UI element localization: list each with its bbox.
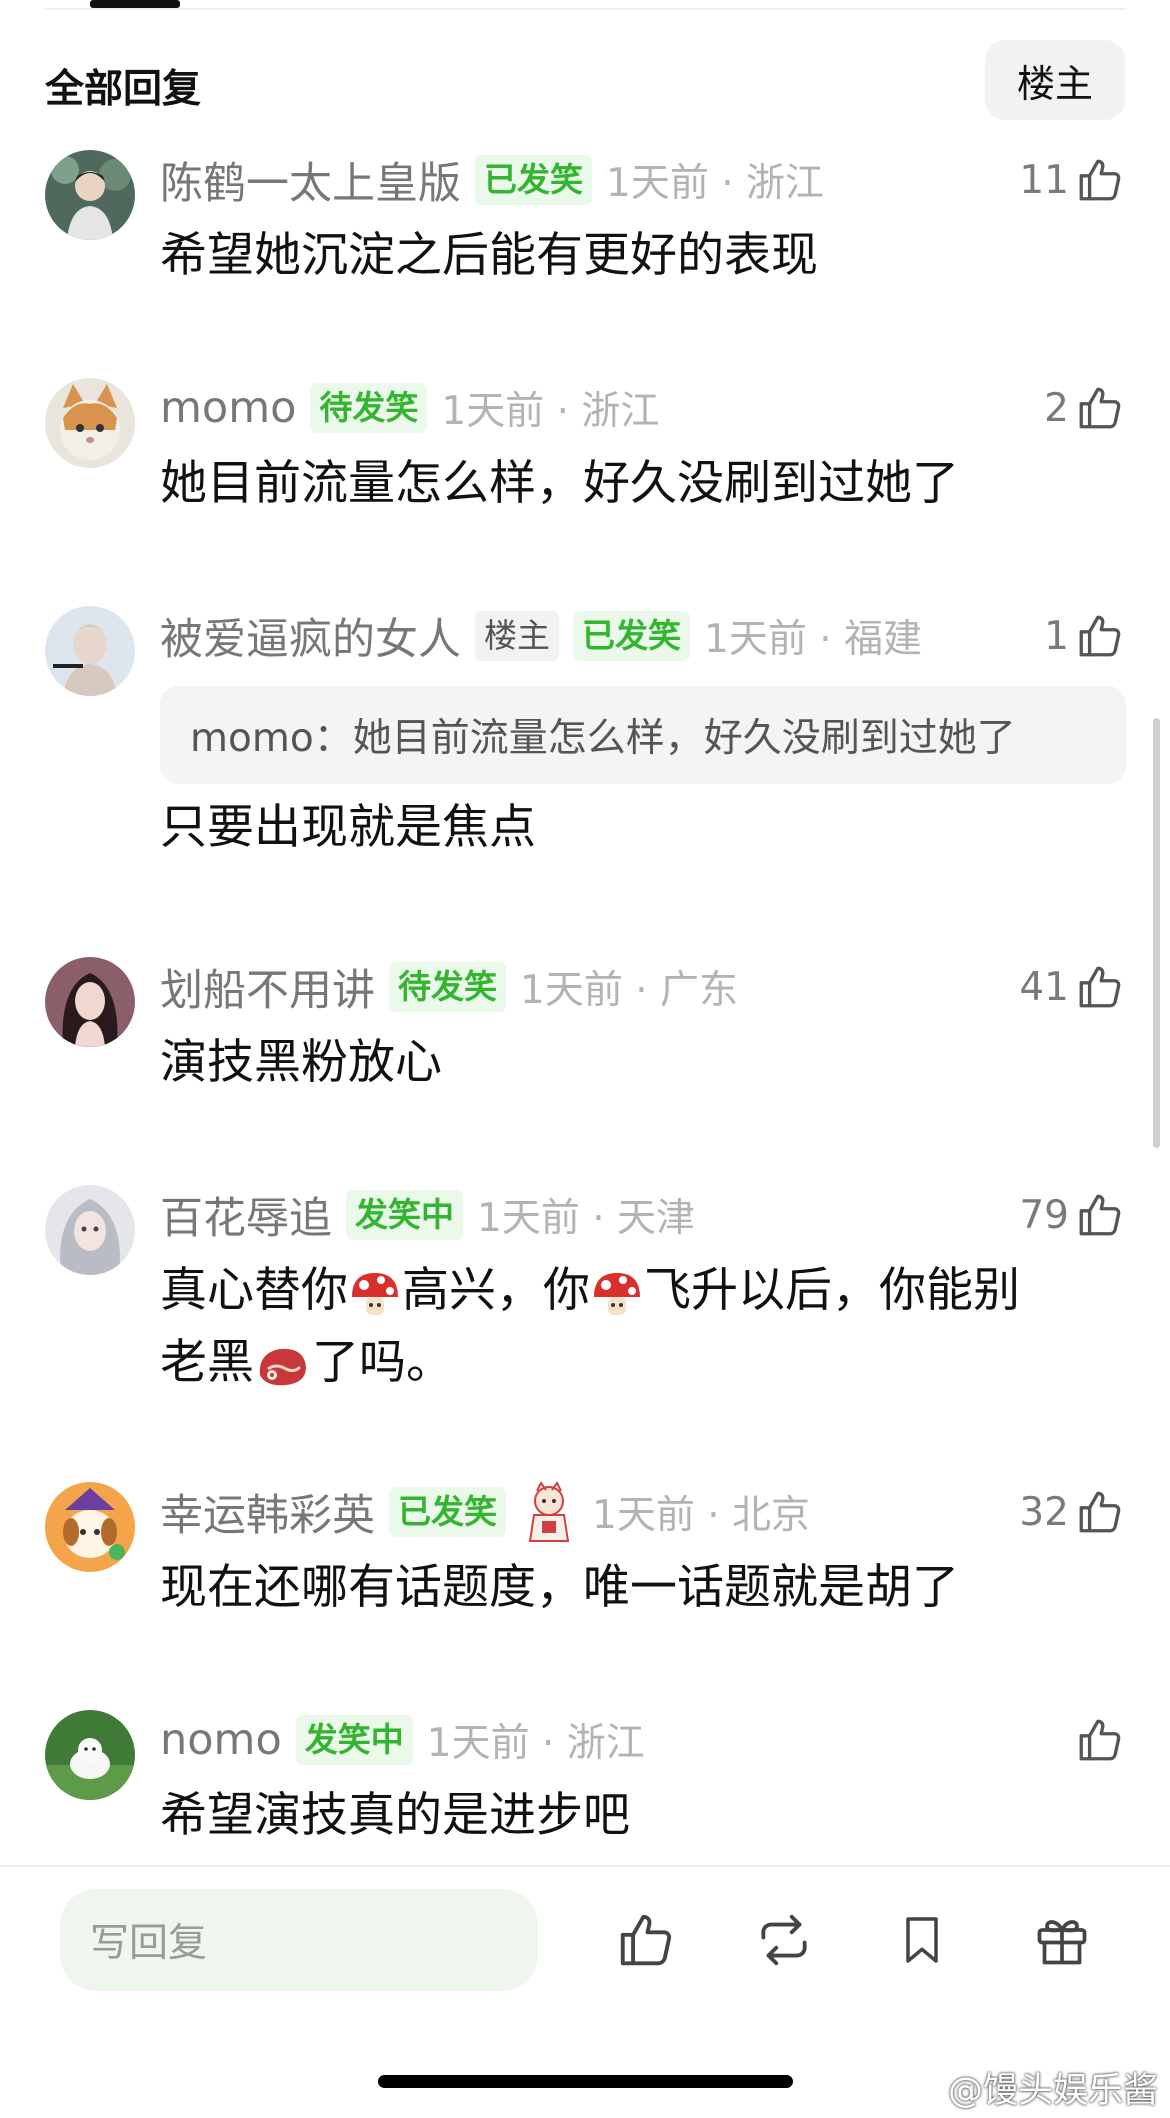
repost-icon bbox=[761, 1914, 807, 1966]
active-tab-indicator bbox=[90, 0, 180, 8]
divider bbox=[45, 8, 1125, 10]
username[interactable]: 被爱逼疯的女人 bbox=[160, 605, 461, 667]
bottom-action-bar: 写回复 @馒头娱乐酱 bbox=[0, 1865, 1170, 2118]
reaction-badge: 已发笑 bbox=[573, 611, 690, 661]
reaction-badge: 发笑中 bbox=[346, 1190, 463, 1240]
thumbs-up-icon bbox=[1079, 966, 1121, 1008]
comment-text: 现在还哪有话题度，唯一话题就是胡了 bbox=[160, 1560, 959, 1615]
comment-meta: 幸运韩彩英 已发笑 1天前 · 北京 bbox=[160, 1481, 811, 1543]
gift-icon bbox=[1037, 1920, 1087, 1965]
owner-badge: 楼主 bbox=[475, 611, 559, 661]
gift-action-button[interactable] bbox=[1030, 1905, 1094, 1975]
reaction-badge: 已发笑 bbox=[389, 1487, 506, 1537]
like-action-button[interactable] bbox=[614, 1905, 678, 1975]
like-count: 41 bbox=[1019, 964, 1069, 1010]
thumbs-up-icon bbox=[1079, 1719, 1121, 1761]
meat-icon bbox=[259, 1348, 306, 1385]
reaction-badge: 已发笑 bbox=[475, 155, 592, 205]
avatar[interactable] bbox=[45, 150, 135, 240]
username[interactable]: 百花辱追 bbox=[160, 1184, 332, 1246]
reaction-badge: 待发笑 bbox=[389, 962, 506, 1012]
like-button[interactable]: 32 bbox=[1019, 1482, 1125, 1542]
like-count: 2 bbox=[1044, 385, 1069, 431]
like-button[interactable]: 11 bbox=[1019, 150, 1125, 210]
avatar[interactable] bbox=[45, 957, 135, 1047]
like-button[interactable] bbox=[1069, 1710, 1125, 1770]
like-button[interactable]: 1 bbox=[1044, 606, 1125, 666]
quoted-reply[interactable]: momo：她目前流量怎么样，好久没刷到过她了 bbox=[160, 686, 1126, 784]
comment-text: 只要出现就是焦点 bbox=[160, 800, 536, 855]
top-tab-strip bbox=[0, 0, 1170, 10]
username[interactable]: 幸运韩彩英 bbox=[160, 1481, 375, 1543]
section-title: 全部回复 bbox=[45, 67, 202, 112]
watermark: @馒头娱乐酱 bbox=[947, 2071, 1158, 2111]
bookmark-action-button[interactable] bbox=[890, 1905, 954, 1975]
avatar[interactable] bbox=[45, 378, 135, 468]
thumbs-up-icon bbox=[1079, 615, 1121, 657]
mushroom-icon bbox=[594, 1272, 640, 1315]
time-location: 1天前 · 浙江 bbox=[606, 161, 825, 206]
time-location: 1天前 · 北京 bbox=[592, 1493, 811, 1538]
owner-filter-button[interactable]: 楼主 bbox=[985, 40, 1125, 120]
comment-meta: 百花辱追 发笑中 1天前 · 天津 bbox=[160, 1185, 695, 1245]
time-location: 1天前 · 浙江 bbox=[426, 1721, 645, 1766]
time-location: 1天前 · 浙江 bbox=[441, 389, 660, 434]
thumbs-up-icon bbox=[1079, 159, 1121, 201]
mushroom-icon bbox=[352, 1272, 398, 1315]
home-indicator bbox=[378, 2075, 793, 2088]
avatar[interactable] bbox=[45, 1185, 135, 1275]
username[interactable]: 陈鹤一太上皇版 bbox=[160, 149, 461, 211]
text-segment: 了吗。 bbox=[312, 1335, 453, 1390]
fan-medal-icon bbox=[528, 1481, 570, 1542]
time-location: 1天前 · 天津 bbox=[477, 1196, 696, 1241]
time-location: 1天前 · 福建 bbox=[704, 617, 923, 662]
replies-header: 全部回复 楼主 bbox=[45, 40, 1125, 120]
like-count: 1 bbox=[1044, 613, 1069, 659]
comment-text: 希望她沉淀之后能有更好的表现 bbox=[160, 228, 818, 283]
like-count: 11 bbox=[1019, 157, 1069, 203]
thumbs-up-icon bbox=[1079, 1491, 1121, 1533]
bookmark-icon bbox=[906, 1917, 938, 1963]
username[interactable]: momo bbox=[160, 383, 296, 433]
username[interactable]: nomo bbox=[160, 1715, 282, 1765]
comment-text: 她目前流量怎么样，好久没刷到过她了 bbox=[160, 456, 959, 511]
username[interactable]: 划船不用讲 bbox=[160, 956, 375, 1018]
avatar[interactable] bbox=[45, 1710, 135, 1800]
avatar[interactable] bbox=[45, 606, 135, 696]
time-location: 1天前 · 广东 bbox=[520, 968, 739, 1013]
comment-meta: 陈鹤一太上皇版 已发笑 1天前 · 浙江 bbox=[160, 150, 824, 210]
like-button[interactable]: 79 bbox=[1019, 1185, 1125, 1245]
reply-input[interactable]: 写回复 bbox=[60, 1889, 538, 1991]
text-segment: 高兴，你 bbox=[402, 1263, 590, 1318]
reaction-badge: 待发笑 bbox=[310, 383, 428, 433]
avatar[interactable] bbox=[45, 1482, 135, 1572]
thumbs-up-icon bbox=[1079, 1194, 1121, 1236]
like-icon bbox=[620, 1914, 672, 1966]
comment-meta: 划船不用讲 待发笑 1天前 · 广东 bbox=[160, 957, 738, 1017]
scrollbar[interactable] bbox=[1153, 718, 1160, 1148]
repost-action-button[interactable] bbox=[752, 1905, 816, 1975]
like-button[interactable]: 2 bbox=[1044, 378, 1125, 438]
reaction-badge: 发笑中 bbox=[295, 1715, 413, 1765]
text-segment: 真心替你 bbox=[160, 1263, 348, 1318]
comment-meta: momo 待发笑 1天前 · 浙江 bbox=[160, 378, 659, 438]
text-segment: 老黑 bbox=[160, 1335, 254, 1390]
comment-meta: 被爱逼疯的女人 楼主 已发笑 1天前 · 福建 bbox=[160, 606, 922, 666]
comment-text: 演技黑粉放心 bbox=[160, 1035, 442, 1090]
thumbs-up-icon bbox=[1079, 387, 1121, 429]
comment-meta: nomo 发笑中 1天前 · 浙江 bbox=[160, 1710, 645, 1770]
like-button[interactable]: 41 bbox=[1019, 957, 1125, 1017]
text-segment: 飞升以后，你能别 bbox=[644, 1263, 1020, 1318]
comment-text: 希望演技真的是进步吧 bbox=[160, 1788, 630, 1843]
comment-text: 真心替你 高兴，你 飞升以后，你能别老黑 了吗。 bbox=[160, 1255, 1090, 1399]
like-count: 79 bbox=[1019, 1192, 1069, 1238]
like-count: 32 bbox=[1019, 1489, 1069, 1535]
